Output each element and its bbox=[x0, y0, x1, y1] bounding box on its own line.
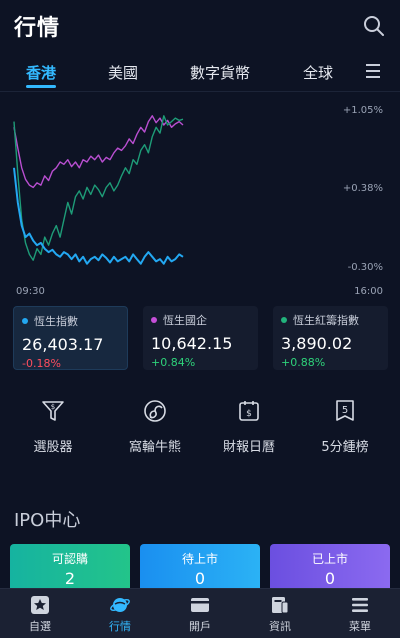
nav-label: 資訊 bbox=[269, 620, 291, 633]
ipo-label: 已上市 bbox=[311, 552, 348, 566]
ipo-listed-card[interactable]: 已上市 0 bbox=[270, 544, 390, 588]
ipo-count: 2 bbox=[64, 569, 76, 588]
tab-active-indicator bbox=[26, 85, 56, 88]
index-chart[interactable]: +1.05% +0.38% -0.30% 09:30 16:00 bbox=[0, 96, 400, 301]
index-cards: 恆生指數 26,403.17 -0.18% 恆生國企 10,642.15 +0.… bbox=[0, 306, 400, 372]
tool-label: 財報日曆 bbox=[222, 440, 275, 455]
tool-label: 選股器 bbox=[33, 440, 73, 455]
index-card-hscci[interactable]: 恆生紅籌指數 3,890.02 +0.88% bbox=[273, 306, 388, 370]
series-line-1 bbox=[13, 115, 184, 261]
nav-market[interactable]: 行情 bbox=[90, 595, 150, 634]
tool-label: 窩輪牛熊 bbox=[128, 440, 181, 455]
tab-crypto[interactable]: 數字貨幣 bbox=[190, 62, 250, 83]
svg-text:$: $ bbox=[51, 403, 55, 411]
index-name: 恆生紅籌指數 bbox=[293, 314, 359, 327]
search-button[interactable] bbox=[362, 14, 386, 38]
tab-hong-kong[interactable]: 香港 bbox=[26, 62, 56, 83]
nav-news[interactable]: 資訊 bbox=[250, 595, 310, 634]
tab-us[interactable]: 美國 bbox=[108, 62, 138, 83]
ipo-upcoming-card[interactable]: 待上市 0 bbox=[140, 544, 260, 588]
calendar-dollar-icon: $ bbox=[239, 401, 259, 421]
series-dot bbox=[151, 317, 157, 323]
wallet-icon bbox=[191, 598, 209, 612]
nav-label: 菜單 bbox=[349, 620, 371, 633]
stock-screener-button[interactable]: $ 選股器 bbox=[8, 398, 98, 455]
market-tabs: 香港 美國 數字貨幣 全球 bbox=[0, 52, 400, 92]
header: 行情 bbox=[0, 0, 400, 52]
series-line-0 bbox=[13, 115, 184, 189]
x-tick-label: 09:30 bbox=[16, 286, 45, 297]
badge-five-icon: 5 bbox=[336, 400, 354, 421]
index-value: 3,890.02 bbox=[281, 334, 353, 353]
nav-menu[interactable]: 菜單 bbox=[330, 595, 390, 634]
index-name: 恆生國企 bbox=[163, 314, 207, 327]
page-title: 行情 bbox=[14, 16, 61, 41]
news-icon bbox=[272, 597, 289, 614]
menu-lines-icon bbox=[366, 64, 380, 78]
ipo-label: 可認購 bbox=[51, 552, 88, 566]
star-icon bbox=[31, 596, 49, 614]
nav-label: 自選 bbox=[29, 620, 51, 633]
index-change: +0.84% bbox=[151, 356, 196, 369]
search-icon bbox=[364, 16, 384, 36]
warrants-cbbc-button[interactable]: 窩輪牛熊 bbox=[110, 398, 200, 455]
earnings-calendar-button[interactable]: $ 財報日曆 bbox=[204, 398, 294, 455]
index-value: 10,642.15 bbox=[151, 334, 233, 353]
nav-label: 開戶 bbox=[189, 620, 211, 633]
ipo-count: 0 bbox=[194, 569, 206, 588]
index-value: 26,403.17 bbox=[22, 335, 104, 354]
svg-text:$: $ bbox=[246, 409, 252, 419]
x-tick-label: 16:00 bbox=[354, 286, 383, 297]
svg-text:5: 5 bbox=[342, 405, 348, 416]
index-change: -0.18% bbox=[22, 357, 61, 370]
ipo-count: 0 bbox=[324, 569, 336, 588]
ipo-center-title: IPO中心 bbox=[14, 510, 81, 531]
series-dot bbox=[281, 317, 287, 323]
nav-label: 行情 bbox=[109, 620, 131, 633]
tools-row: $ 選股器 窩輪牛熊 $ 財報日曆 5 5分鍾榜 bbox=[0, 398, 400, 458]
series-line-2 bbox=[13, 167, 184, 265]
bottom-nav: 自選 行情 開戶 資訊 菜單 bbox=[0, 588, 400, 638]
chart-canvas: +1.05% +0.38% -0.30% 09:30 16:00 bbox=[13, 105, 383, 297]
y-tick-label: -0.30% bbox=[348, 262, 383, 273]
tab-menu-button[interactable] bbox=[366, 64, 380, 78]
five-min-ranking-button[interactable]: 5 5分鍾榜 bbox=[300, 398, 390, 455]
index-card-hsi[interactable]: 恆生指數 26,403.17 -0.18% bbox=[13, 306, 128, 370]
y-tick-label: +1.05% bbox=[343, 105, 383, 116]
funnel-dollar-icon: $ bbox=[42, 401, 64, 421]
index-name: 恆生指數 bbox=[34, 315, 78, 328]
tool-label: 5分鍾榜 bbox=[321, 440, 369, 455]
index-card-hscei[interactable]: 恆生國企 10,642.15 +0.84% bbox=[143, 306, 258, 370]
swirl-icon bbox=[144, 400, 166, 422]
ipo-label: 待上市 bbox=[181, 552, 218, 566]
planet-icon bbox=[110, 598, 130, 612]
ipo-subscribable-card[interactable]: 可認購 2 bbox=[10, 544, 130, 588]
y-tick-label: +0.38% bbox=[343, 183, 383, 194]
nav-open-account[interactable]: 開戶 bbox=[170, 595, 230, 634]
series-dot bbox=[22, 318, 28, 324]
menu-icon bbox=[352, 598, 368, 612]
nav-watchlist[interactable]: 自選 bbox=[10, 595, 70, 634]
tab-global[interactable]: 全球 bbox=[303, 62, 333, 83]
index-change: +0.88% bbox=[281, 356, 326, 369]
